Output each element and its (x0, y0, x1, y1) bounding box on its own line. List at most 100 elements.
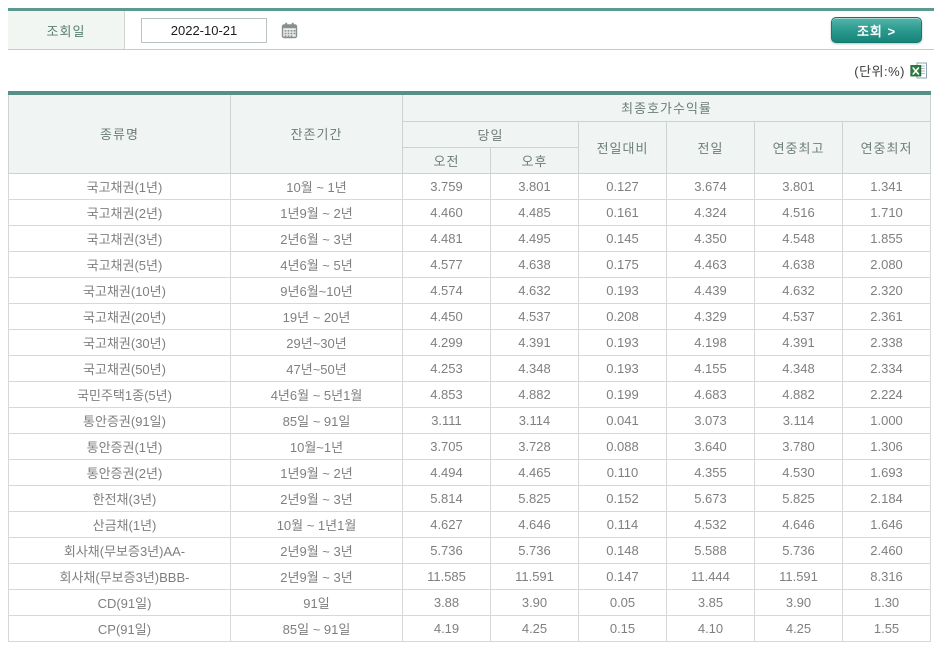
cell-year-low: 1.55 (841, 614, 932, 642)
cell-change: 0.193 (578, 276, 667, 304)
cell-maturity: 29년~30년 (230, 328, 403, 356)
cell-prev-day: 3.674 (666, 172, 755, 200)
cell-type-name: 국고채권(10년) (8, 276, 231, 304)
cell-type-name: 국민주택1종(5년) (8, 380, 231, 408)
header-pm: 오후 (490, 146, 579, 174)
table-row: 국고채권(1년) 10월 ~ 1년 3.759 3.801 0.127 3.674 3.80… (8, 172, 932, 200)
cell-maturity: 19년 ~ 20년 (230, 302, 403, 330)
query-date-label: 조회일 (8, 11, 125, 49)
cell-pm: 4.495 (490, 224, 579, 252)
cell-change: 0.148 (578, 536, 667, 564)
cell-type-name: 산금채(1년) (8, 510, 231, 538)
cell-pm: 4.646 (490, 510, 579, 538)
excel-export-button[interactable] (910, 62, 928, 80)
cell-prev-day: 4.10 (666, 614, 755, 642)
header-prev-day: 전일 (666, 120, 755, 174)
cell-year-high: 4.391 (754, 328, 843, 356)
table-row: 통안증권(91일) 85일 ~ 91일 3.111 3.114 0.041 3.073 3.… (8, 406, 932, 434)
cell-pm: 3.90 (490, 588, 579, 616)
table-row: 회사채(무보증3년)BBB- 2년9월 ~ 3년 11.585 11.591 0.147… (8, 562, 932, 590)
calendar-picker-button[interactable] (280, 21, 298, 39)
header-am: 오전 (402, 146, 491, 174)
cell-maturity: 1년9월 ~ 2년 (230, 458, 403, 486)
cell-prev-day: 4.532 (666, 510, 755, 538)
cell-maturity: 10월~1년 (230, 432, 403, 460)
cell-prev-day: 4.350 (666, 224, 755, 252)
header-yield-group: 최종호가수익률 (401, 92, 932, 122)
cell-maturity: 2년6월 ~ 3년 (230, 224, 403, 252)
table-row: 국고채권(2년) 1년9월 ~ 2년 4.460 4.485 0.161 4.324 4.5… (8, 198, 932, 226)
cell-type-name: 국고채권(3년) (8, 224, 231, 252)
cell-pm: 4.348 (490, 354, 579, 382)
query-date-input[interactable] (141, 17, 267, 43)
unit-row: (단위:%) (8, 50, 934, 91)
cell-change: 0.208 (578, 302, 667, 330)
cell-maturity: 2년9월 ~ 3년 (230, 536, 403, 564)
header-type-name: 종류명 (8, 92, 231, 174)
cell-year-high: 5.736 (754, 536, 843, 564)
cell-pm: 4.25 (490, 614, 579, 642)
cell-maturity: 1년9월 ~ 2년 (230, 198, 403, 226)
cell-type-name: 국고채권(5년) (8, 250, 231, 278)
cell-am: 3.705 (402, 432, 491, 460)
cell-change: 0.114 (578, 510, 667, 538)
cell-year-low: 2.338 (841, 328, 932, 356)
cell-change: 0.145 (578, 224, 667, 252)
cell-year-low: 2.224 (841, 380, 932, 408)
cell-prev-day: 3.073 (666, 406, 755, 434)
cell-type-name: 통안증권(91일) (8, 406, 231, 434)
cell-change: 0.161 (578, 198, 667, 226)
cell-year-high: 4.348 (754, 354, 843, 382)
cell-year-high: 3.801 (754, 172, 843, 200)
cell-year-high: 4.638 (754, 250, 843, 278)
cell-year-low: 2.361 (841, 302, 932, 330)
cell-prev-day: 4.155 (666, 354, 755, 382)
cell-year-high: 4.882 (754, 380, 843, 408)
cell-year-low: 2.080 (841, 250, 932, 278)
cell-year-low: 1.646 (841, 510, 932, 538)
cell-pm: 11.591 (490, 562, 579, 590)
final-quoted-yield-table: 종류명 잔존기간 최종호가수익률 당일 전일대비 전일 연중최고 연중최저 오전… (8, 91, 932, 642)
cell-prev-day: 3.640 (666, 432, 755, 460)
cell-pm: 3.728 (490, 432, 579, 460)
cell-maturity: 10월 ~ 1년 (230, 172, 403, 200)
cell-change: 0.041 (578, 406, 667, 434)
cell-maturity: 2년9월 ~ 3년 (230, 484, 403, 512)
cell-pm: 4.882 (490, 380, 579, 408)
cell-am: 4.253 (402, 354, 491, 382)
table-row: 통안증권(1년) 10월~1년 3.705 3.728 0.088 3.640 3.780 1… (8, 432, 932, 460)
cell-type-name: 국고채권(1년) (8, 172, 231, 200)
cell-am: 5.814 (402, 484, 491, 512)
bond-yield-page: 조회일 조회 > (단위:%) (0, 0, 942, 642)
cell-prev-day: 4.463 (666, 250, 755, 278)
table-row: CP(91일) 85일 ~ 91일 4.19 4.25 0.15 4.10 4.25 1.55 (8, 614, 932, 642)
search-button[interactable]: 조회 > (831, 17, 922, 43)
cell-year-high: 4.632 (754, 276, 843, 304)
cell-change: 0.193 (578, 354, 667, 382)
cell-year-high: 4.537 (754, 302, 843, 330)
cell-year-high: 4.516 (754, 198, 843, 226)
excel-icon (910, 62, 928, 80)
cell-am: 4.299 (402, 328, 491, 356)
cell-am: 3.88 (402, 588, 491, 616)
cell-prev-day: 4.439 (666, 276, 755, 304)
cell-type-name: 한전채(3년) (8, 484, 231, 512)
cell-change: 0.088 (578, 432, 667, 460)
cell-year-low: 1.693 (841, 458, 932, 486)
cell-change: 0.05 (578, 588, 667, 616)
cell-type-name: 국고채권(20년) (8, 302, 231, 330)
cell-pm: 4.485 (490, 198, 579, 226)
cell-year-high: 3.780 (754, 432, 843, 460)
cell-am: 4.627 (402, 510, 491, 538)
unit-note: (단위:%) (854, 64, 905, 79)
table-row: 회사채(무보증3년)AA- 2년9월 ~ 3년 5.736 5.736 0.148 5.5… (8, 536, 932, 564)
cell-type-name: 국고채권(30년) (8, 328, 231, 356)
cell-maturity: 9년6월~10년 (230, 276, 403, 304)
cell-prev-day: 5.588 (666, 536, 755, 564)
cell-maturity: 4년6월 ~ 5년1월 (230, 380, 403, 408)
cell-pm: 3.801 (490, 172, 579, 200)
cell-type-name: 국고채권(50년) (8, 354, 231, 382)
table-row: 국민주택1종(5년) 4년6월 ~ 5년1월 4.853 4.882 0.199 4.68… (8, 380, 932, 408)
cell-am: 11.585 (402, 562, 491, 590)
cell-type-name: 국고채권(2년) (8, 198, 231, 226)
